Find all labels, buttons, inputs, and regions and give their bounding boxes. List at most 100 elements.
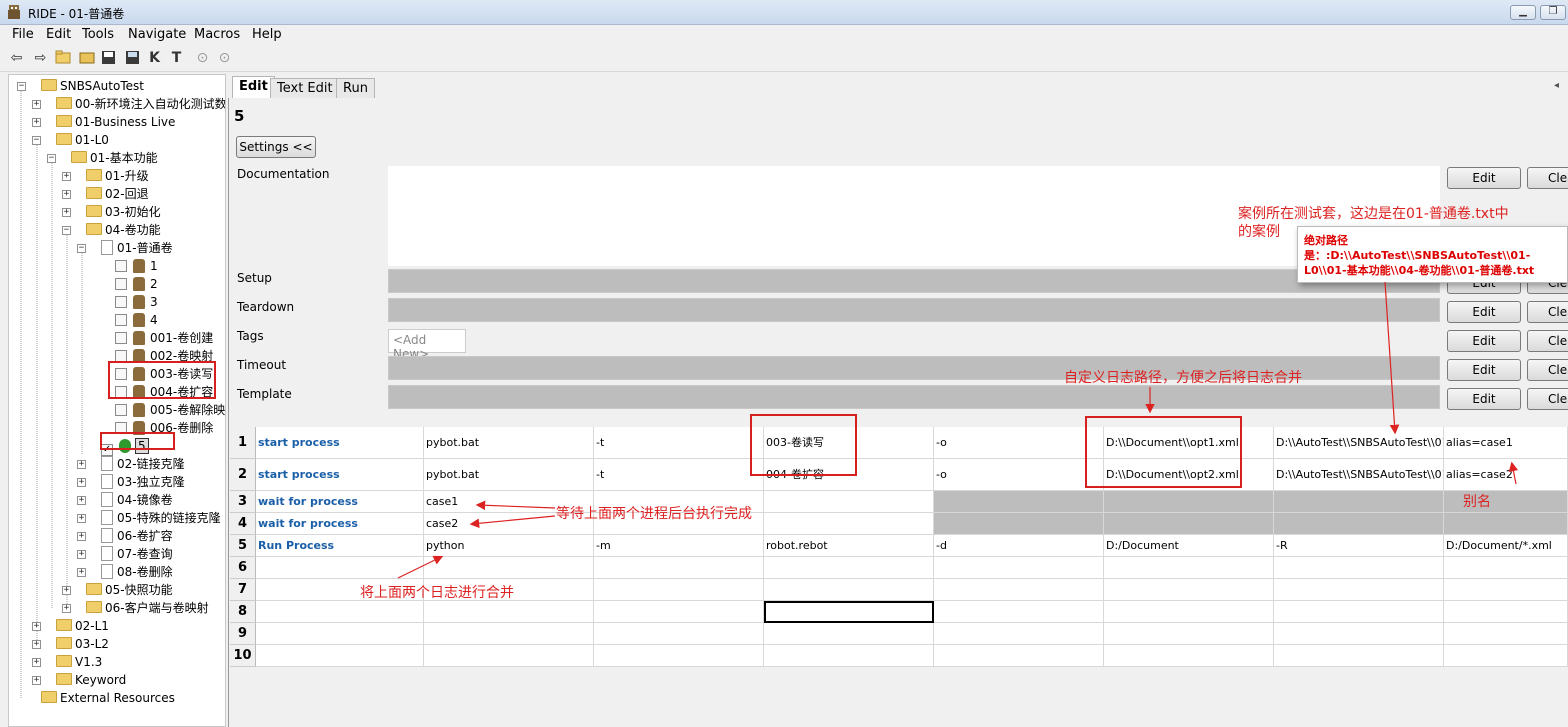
argument-cell[interactable] (1274, 623, 1444, 645)
expand-icon[interactable]: + (77, 568, 86, 577)
menu-help[interactable]: Help (252, 27, 282, 42)
collapse-icon[interactable]: − (62, 226, 71, 235)
row-number[interactable]: 9 (230, 623, 256, 645)
argument-cell[interactable] (764, 491, 934, 513)
test-case-001[interactable]: 001-卷创建 (115, 329, 213, 347)
collapse-icon[interactable]: − (77, 244, 86, 253)
argument-cell[interactable] (1104, 557, 1274, 579)
collapse-icon[interactable]: − (47, 154, 56, 163)
expand-icon[interactable]: + (32, 118, 41, 127)
expand-icon[interactable]: + (32, 676, 41, 685)
argument-cell[interactable]: alias=case2 (1444, 459, 1568, 491)
expand-icon[interactable]: + (77, 532, 86, 541)
keyword-cell[interactable] (256, 623, 424, 645)
tree-node-l2[interactable]: +03-L2 (32, 635, 109, 653)
back-icon[interactable]: ⇦ (8, 50, 25, 67)
argument-cell[interactable] (424, 601, 594, 623)
row-number[interactable]: 2 (230, 459, 256, 491)
argument-cell[interactable] (1104, 623, 1274, 645)
menu-edit[interactable]: Edit (46, 27, 71, 42)
argument-cell[interactable]: D:\\AutoTest\\SNBSAutoTest\\01-L (1274, 459, 1444, 491)
keyword-cell[interactable]: wait for process (256, 513, 424, 535)
menu-macros[interactable]: Macros (194, 27, 240, 42)
argument-cell[interactable] (1104, 645, 1274, 667)
tree-node-l0[interactable]: − 01-L0 (32, 131, 109, 149)
argument-cell[interactable]: alias=case1 (1444, 427, 1568, 459)
test-checkbox[interactable] (115, 314, 127, 326)
keyword-cell[interactable] (256, 645, 424, 667)
argument-cell[interactable] (594, 601, 764, 623)
teardown-clear-button[interactable]: Clear (1527, 301, 1568, 323)
row-number[interactable]: 6 (230, 557, 256, 579)
argument-cell[interactable]: -o (934, 427, 1104, 459)
test-case-3[interactable]: 3 (115, 293, 158, 311)
argument-cell[interactable] (934, 601, 1104, 623)
keyword-cell[interactable]: Run Process (256, 535, 424, 557)
tree-node-delete[interactable]: +08-卷删除 (77, 563, 173, 581)
argument-cell[interactable] (1274, 491, 1444, 513)
keyword-cell[interactable] (256, 557, 424, 579)
keyword-search-icon[interactable]: K (146, 50, 163, 67)
timeout-edit-button[interactable]: Edit (1447, 359, 1521, 381)
save-icon[interactable] (100, 50, 117, 67)
argument-cell[interactable] (934, 579, 1104, 601)
argument-cell[interactable] (1104, 513, 1274, 535)
argument-cell[interactable]: robot.rebot (764, 535, 934, 557)
tree-node-special-link[interactable]: +05-特殊的链接克隆 (77, 509, 221, 527)
tags-clear-button[interactable]: Clear (1527, 330, 1568, 352)
test-checkbox[interactable] (115, 404, 127, 416)
tree-node-snapshot[interactable]: +05-快照功能 (62, 581, 173, 599)
expand-icon[interactable]: + (77, 514, 86, 523)
expand-icon[interactable]: + (77, 496, 86, 505)
argument-cell[interactable]: python (424, 535, 594, 557)
row-number[interactable]: 5 (230, 535, 256, 557)
argument-cell[interactable] (1444, 601, 1568, 623)
documentation-clear-button[interactable]: Clear (1527, 167, 1568, 189)
expand-icon[interactable]: + (62, 190, 71, 199)
argument-cell[interactable]: -R (1274, 535, 1444, 557)
tree-node-v13[interactable]: + V1.3 (32, 653, 102, 671)
tree-node-init[interactable]: +03-初始化 (62, 203, 161, 221)
test-case-005[interactable]: 005-卷解除映 (115, 401, 225, 419)
expand-icon[interactable]: + (77, 478, 86, 487)
setup-field[interactable] (388, 269, 1440, 293)
tree-node-expand[interactable]: +06-卷扩容 (77, 527, 173, 545)
tree-root[interactable]: − SNBSAutoTest (17, 77, 144, 95)
test-checkbox[interactable] (115, 332, 127, 344)
argument-cell[interactable] (1444, 623, 1568, 645)
expand-icon[interactable]: + (77, 550, 86, 559)
tree-node-indep-clone[interactable]: +03-独立克隆 (77, 473, 185, 491)
documentation-edit-button[interactable]: Edit (1447, 167, 1521, 189)
tags-add-new[interactable]: <Add New> (388, 329, 466, 361)
test-case-1[interactable]: 1 (115, 257, 158, 275)
argument-cell[interactable] (1274, 557, 1444, 579)
argument-cell[interactable] (1444, 645, 1568, 667)
collapse-icon[interactable]: − (32, 136, 41, 145)
argument-cell[interactable]: -o (934, 459, 1104, 491)
keyword-cell[interactable]: start process (256, 459, 424, 491)
expand-icon[interactable]: + (32, 640, 41, 649)
tab-edit[interactable]: Edit (232, 76, 275, 98)
tree-node-upgrade[interactable]: +01-升级 (62, 167, 149, 185)
test-search-icon[interactable]: T (168, 50, 185, 67)
expand-icon[interactable]: + (77, 460, 86, 469)
settings-toggle-button[interactable]: Settings << (236, 136, 316, 158)
teardown-edit-button[interactable]: Edit (1447, 301, 1521, 323)
argument-cell[interactable]: -m (594, 535, 764, 557)
open-dir-icon[interactable] (78, 50, 95, 67)
tab-scroll-left-icon[interactable]: ◂ (1554, 80, 1559, 91)
tree-node-volume[interactable]: − 04-卷功能 (62, 221, 161, 239)
argument-cell[interactable] (1274, 579, 1444, 601)
tree-node-external[interactable]: External Resources (17, 689, 175, 707)
argument-cell[interactable] (424, 645, 594, 667)
argument-cell[interactable] (1104, 491, 1274, 513)
test-checkbox[interactable] (115, 278, 127, 290)
save-all-icon[interactable] (124, 50, 141, 67)
keyword-cell[interactable] (256, 601, 424, 623)
argument-cell[interactable]: -t (594, 459, 764, 491)
expand-icon[interactable]: + (32, 622, 41, 631)
row-number[interactable]: 4 (230, 513, 256, 535)
test-case-2[interactable]: 2 (115, 275, 158, 293)
collapse-icon[interactable]: − (17, 82, 26, 91)
test-checkbox[interactable] (115, 260, 127, 272)
